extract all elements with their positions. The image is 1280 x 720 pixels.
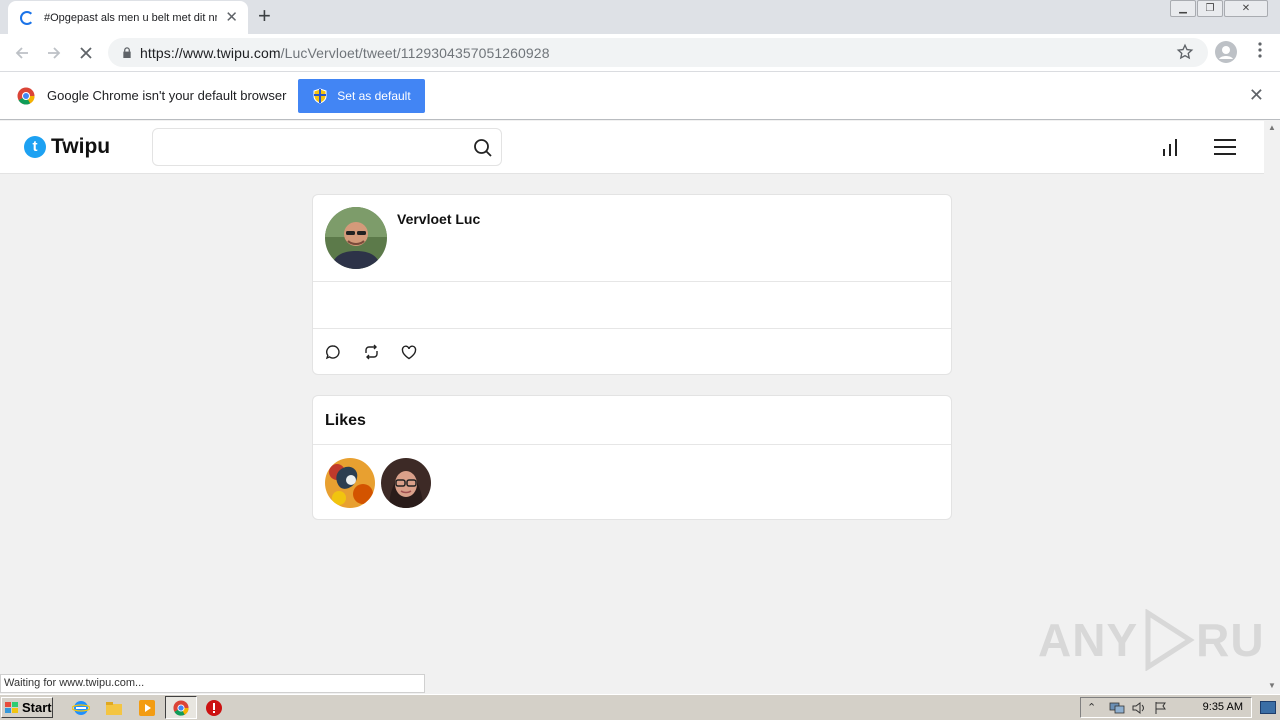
hamburger-menu-icon[interactable] [1214,139,1236,155]
system-tray: ⌃ 9:35 AM [1080,697,1252,718]
set-as-default-button[interactable]: Set as default [298,78,426,113]
file-explorer-icon[interactable] [105,699,123,717]
likers-list [325,458,437,508]
forward-button[interactable] [42,41,66,65]
taskbar-clock[interactable]: 9:35 AM [1203,701,1243,713]
windows-taskbar: Start ⌃ 9:35 AM [0,694,1280,720]
twipu-logo[interactable]: t Twipu [24,135,110,159]
tab-close-icon[interactable]: ✕ [225,10,238,25]
stop-x-icon [80,46,92,59]
windows-flag-icon [5,701,18,713]
page-scrollbar[interactable]: ▲ ▼ [1264,121,1280,692]
likes-title: Likes [325,412,366,429]
likes-card: Likes [312,395,952,520]
tab-strip: #Opgepast als men u belt met dit nr ✕ + … [0,0,1280,34]
back-arrow-icon [15,46,28,59]
action-center-flag-icon[interactable] [1153,701,1169,715]
tray-expand-icon[interactable]: ⌃ [1087,701,1103,715]
infobar-message: Google Chrome isn't your default browser [47,88,287,103]
reply-icon [325,345,340,360]
watermark-text-right: RUN [1196,614,1264,666]
retweet-button[interactable] [363,343,401,361]
watermark-play-icon [1145,609,1195,671]
author-name[interactable]: Vervloet Luc [397,211,480,227]
stop-loading-button[interactable] [74,41,98,65]
site-header: t Twipu [0,121,1264,174]
profile-avatar-icon[interactable] [1215,41,1237,63]
anyrun-watermark: ANY RUN [1038,609,1264,671]
watermark-text-left: ANY [1038,614,1139,666]
taskbar-chrome-button[interactable] [165,696,197,719]
author-avatar[interactable] [325,207,387,269]
like-icon [401,344,417,359]
status-bubble: Waiting for www.twipu.com... [0,674,425,693]
lock-icon [123,47,131,58]
bookmark-star-icon[interactable] [1176,43,1194,61]
window-close-button[interactable]: ✕ [1224,0,1268,17]
address-bar[interactable]: https://www.twipu.com/LucVervloet/tweet/… [108,38,1208,67]
tweet-actions [325,343,439,361]
liker-avatar[interactable] [325,458,375,508]
chrome-menu-icon[interactable] [1250,42,1270,58]
back-button[interactable] [10,41,34,65]
twipu-logo-icon: t [24,136,46,158]
scroll-down-icon[interactable]: ▼ [1268,681,1276,690]
forward-arrow-icon [48,46,61,59]
tweet-divider-top [313,281,951,282]
stats-icon[interactable] [1161,137,1179,157]
search-input[interactable] [161,135,461,159]
retweet-icon [365,344,378,360]
search-icon[interactable] [473,138,493,158]
volume-icon[interactable] [1131,701,1147,715]
like-button[interactable] [401,343,439,361]
opera-stop-icon[interactable] [205,699,223,717]
set-as-default-label: Set as default [337,88,411,103]
liker-avatar[interactable] [381,458,431,508]
browser-toolbar: https://www.twipu.com/LucVervloet/tweet/… [0,34,1280,71]
site-search [152,128,502,166]
show-desktop-icon[interactable] [1260,701,1276,714]
scroll-up-icon[interactable]: ▲ [1268,123,1276,132]
tab-title: #Opgepast als men u belt met dit nr [44,11,218,24]
default-browser-infobar: Google Chrome isn't your default browser… [0,71,1280,120]
loading-spinner-icon [20,10,34,25]
minimize-button[interactable]: ▁ [1170,0,1196,17]
reply-button[interactable] [325,343,363,361]
infobar-close-icon[interactable]: ✕ [1249,86,1264,104]
likes-divider [313,444,951,445]
start-label: Start [22,700,52,715]
media-player-icon[interactable] [138,699,156,717]
chrome-logo-icon [17,87,35,105]
web-page: t Twipu Vervloet Luc Likes ANY RU [0,121,1264,673]
restore-button[interactable]: ❐ [1197,0,1223,17]
start-button[interactable]: Start [1,697,53,718]
shield-icon [313,87,327,104]
twipu-logo-text: Twipu [51,135,111,158]
url-text: https://www.twipu.com/LucVervloet/tweet/… [140,44,550,61]
tweet-divider-bottom [313,328,951,329]
new-tab-button[interactable]: + [258,5,271,27]
chrome-taskbar-icon [173,700,189,716]
window-controls: ▁ ❐ ✕ [1169,0,1268,17]
browser-tab[interactable]: #Opgepast als men u belt met dit nr ✕ [8,1,248,34]
tweet-card: Vervloet Luc [312,194,952,375]
network-icon[interactable] [1109,701,1125,715]
internet-explorer-icon[interactable] [72,699,90,717]
